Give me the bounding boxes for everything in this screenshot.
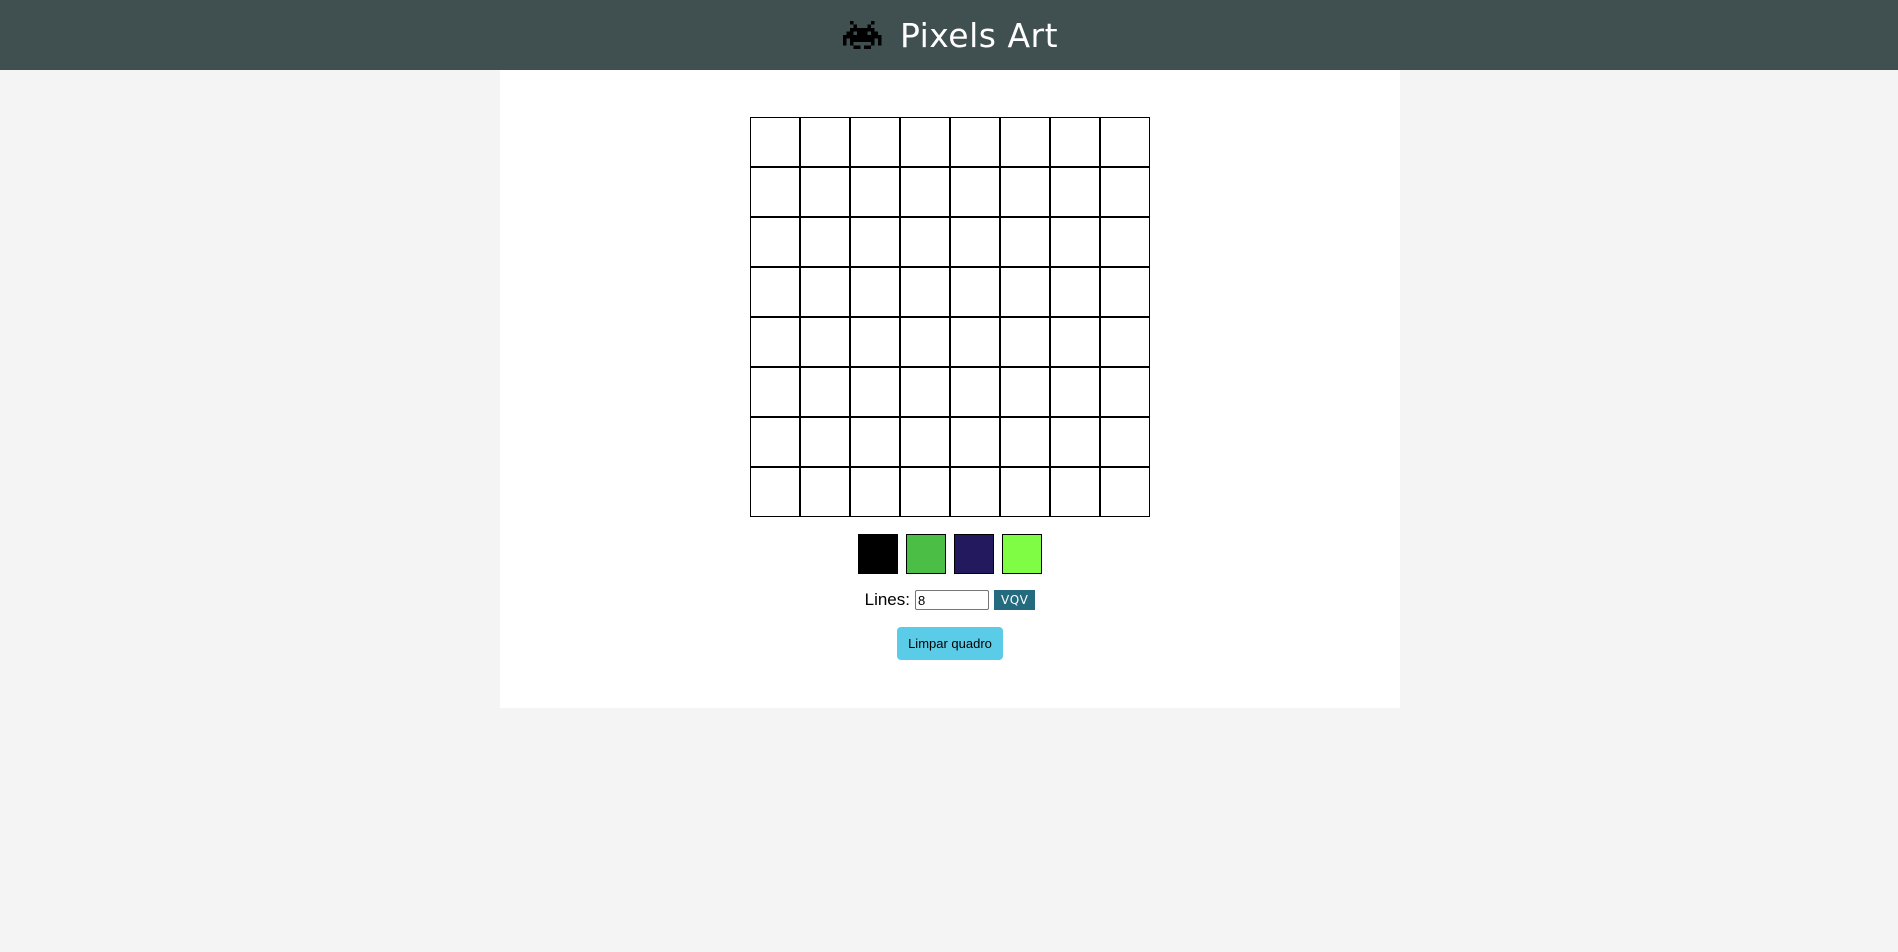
pixel-cell[interactable] bbox=[1100, 467, 1150, 517]
pixel-cell[interactable] bbox=[800, 117, 850, 167]
pixel-cell[interactable] bbox=[850, 117, 900, 167]
board-size-controls: Lines: VQV bbox=[500, 590, 1400, 610]
pixel-cell[interactable] bbox=[1100, 167, 1150, 217]
clear-board-button[interactable]: Limpar quadro bbox=[897, 627, 1003, 660]
logo: Pixels Art bbox=[840, 19, 1058, 52]
app-header: Pixels Art bbox=[0, 0, 1898, 70]
pixel-cell[interactable] bbox=[1100, 217, 1150, 267]
pixel-cell[interactable] bbox=[850, 217, 900, 267]
pixel-cell[interactable] bbox=[800, 467, 850, 517]
pixel-cell[interactable] bbox=[950, 117, 1000, 167]
pixel-cell[interactable] bbox=[750, 217, 800, 267]
pixel-cell[interactable] bbox=[1100, 317, 1150, 367]
pixel-cell[interactable] bbox=[1050, 117, 1100, 167]
pixel-cell[interactable] bbox=[950, 267, 1000, 317]
pixel-cell[interactable] bbox=[850, 467, 900, 517]
pixel-cell[interactable] bbox=[850, 167, 900, 217]
color-palette bbox=[858, 534, 1042, 574]
pixel-cell[interactable] bbox=[1050, 217, 1100, 267]
pixel-cell[interactable] bbox=[1050, 167, 1100, 217]
board-size-input[interactable] bbox=[915, 590, 989, 610]
space-invader-icon bbox=[842, 21, 882, 49]
main-panel: Lines: VQV Limpar quadro bbox=[500, 70, 1400, 708]
pixel-cell[interactable] bbox=[750, 317, 800, 367]
pixel-cell[interactable] bbox=[1000, 367, 1050, 417]
pixel-cell[interactable] bbox=[1100, 417, 1150, 467]
pixel-cell[interactable] bbox=[1050, 267, 1100, 317]
pixel-cell[interactable] bbox=[900, 367, 950, 417]
pixel-cell[interactable] bbox=[950, 467, 1000, 517]
lines-label: Lines: bbox=[864, 590, 910, 609]
pixel-cell[interactable] bbox=[950, 317, 1000, 367]
pixel-cell[interactable] bbox=[750, 467, 800, 517]
pixel-cell[interactable] bbox=[950, 217, 1000, 267]
pixel-cell[interactable] bbox=[900, 267, 950, 317]
pixel-cell[interactable] bbox=[900, 467, 950, 517]
pixel-cell[interactable] bbox=[850, 367, 900, 417]
pixel-cell[interactable] bbox=[1050, 467, 1100, 517]
generate-board-button[interactable]: VQV bbox=[994, 590, 1036, 610]
pixel-cell[interactable] bbox=[1000, 167, 1050, 217]
pixel-cell[interactable] bbox=[1100, 117, 1150, 167]
pixel-cell[interactable] bbox=[850, 267, 900, 317]
pixel-cell[interactable] bbox=[900, 117, 950, 167]
palette-color-4[interactable] bbox=[1002, 534, 1042, 574]
pixel-cell[interactable] bbox=[750, 267, 800, 317]
pixel-cell[interactable] bbox=[1000, 317, 1050, 367]
pixel-cell[interactable] bbox=[950, 367, 1000, 417]
pixel-cell[interactable] bbox=[1100, 267, 1150, 317]
pixel-cell[interactable] bbox=[850, 317, 900, 367]
page-title: Pixels Art bbox=[899, 15, 1059, 55]
pixel-cell[interactable] bbox=[1050, 417, 1100, 467]
pixel-cell[interactable] bbox=[1000, 217, 1050, 267]
pixel-board bbox=[750, 117, 1150, 517]
pixel-cell[interactable] bbox=[900, 217, 950, 267]
pixel-cell[interactable] bbox=[800, 217, 850, 267]
pixel-cell[interactable] bbox=[1000, 117, 1050, 167]
pixel-cell[interactable] bbox=[800, 417, 850, 467]
pixel-cell[interactable] bbox=[800, 317, 850, 367]
pixel-cell[interactable] bbox=[750, 117, 800, 167]
palette-color-1[interactable] bbox=[858, 534, 898, 574]
pixel-cell[interactable] bbox=[900, 167, 950, 217]
pixel-cell[interactable] bbox=[950, 417, 1000, 467]
pixel-cell[interactable] bbox=[950, 167, 1000, 217]
pixel-cell[interactable] bbox=[800, 167, 850, 217]
pixel-cell[interactable] bbox=[1000, 467, 1050, 517]
pixel-cell[interactable] bbox=[900, 317, 950, 367]
pixel-cell[interactable] bbox=[1050, 317, 1100, 367]
pixel-cell[interactable] bbox=[1000, 267, 1050, 317]
palette-color-3[interactable] bbox=[954, 534, 994, 574]
pixel-cell[interactable] bbox=[1000, 417, 1050, 467]
pixel-cell[interactable] bbox=[1100, 367, 1150, 417]
pixel-cell[interactable] bbox=[800, 267, 850, 317]
pixel-cell[interactable] bbox=[900, 417, 950, 467]
pixel-cell[interactable] bbox=[750, 417, 800, 467]
pixel-cell[interactable] bbox=[1050, 367, 1100, 417]
pixel-cell[interactable] bbox=[750, 367, 800, 417]
palette-color-2[interactable] bbox=[906, 534, 946, 574]
pixel-cell[interactable] bbox=[750, 167, 800, 217]
pixel-cell[interactable] bbox=[800, 367, 850, 417]
pixel-cell[interactable] bbox=[850, 417, 900, 467]
